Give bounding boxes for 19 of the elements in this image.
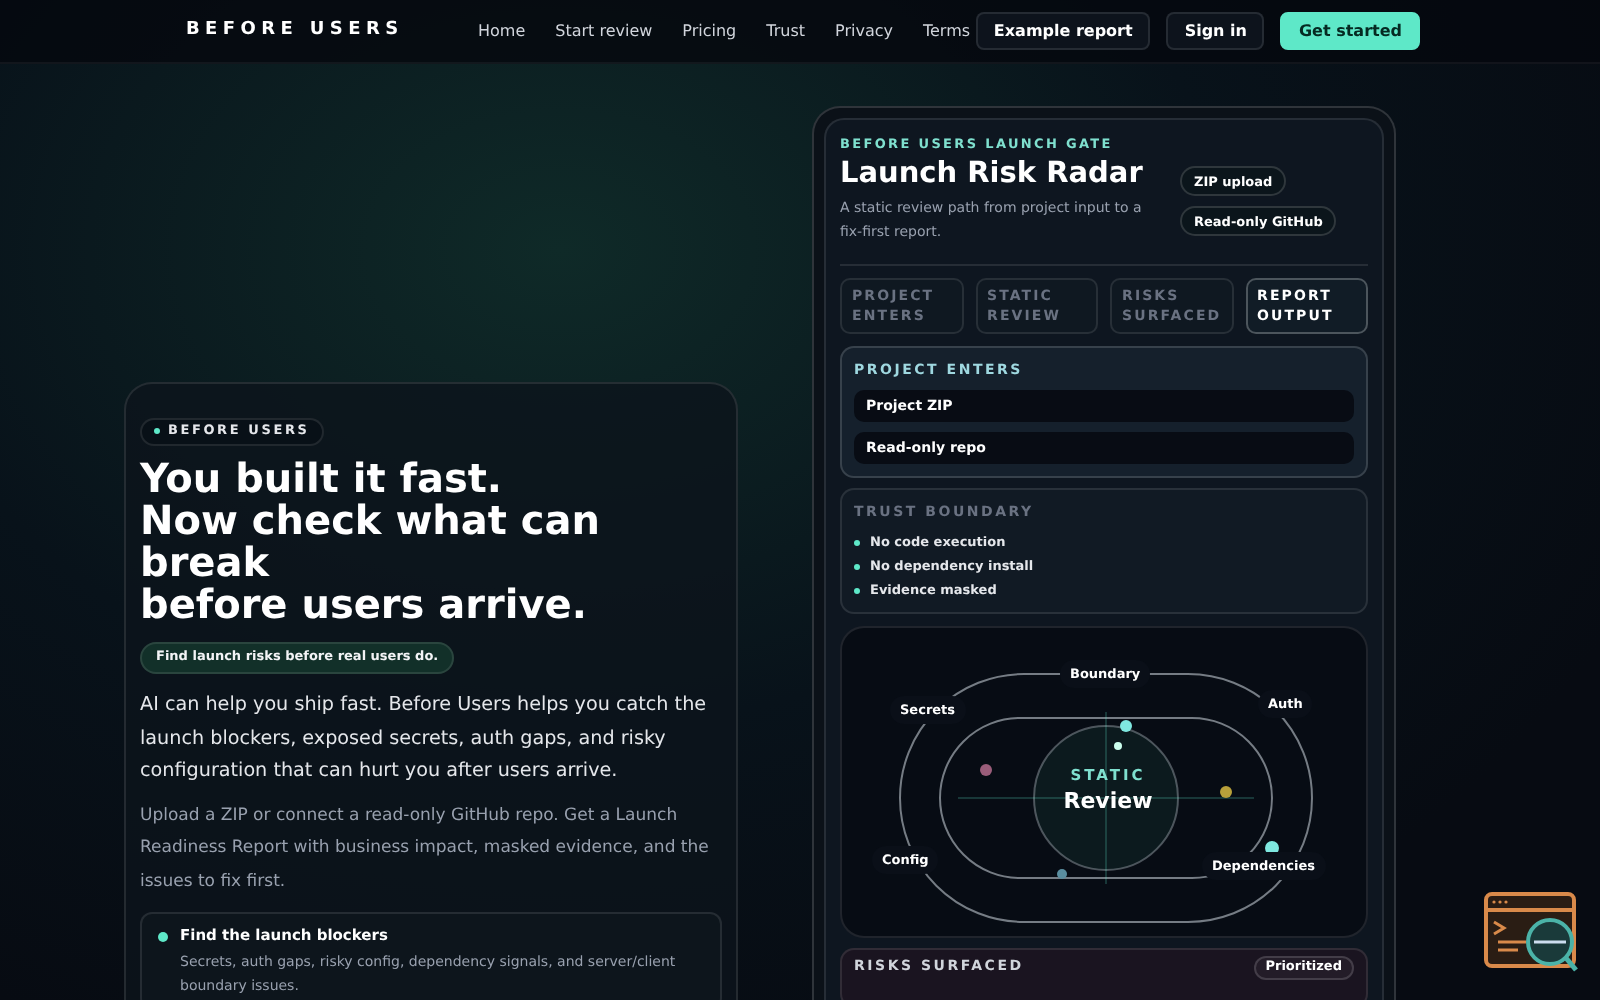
hero-headline: You built it fast. Now check what can break before users arrive. — [140, 458, 603, 626]
nav-link[interactable]: Pricing — [682, 19, 737, 43]
get-started-button[interactable]: Get started — [1280, 12, 1420, 50]
brand-logo[interactable]: BEFORE USERS — [186, 17, 478, 45]
nav-link[interactable]: Privacy — [835, 19, 893, 43]
nav-link[interactable]: Trust — [766, 19, 806, 43]
panel-title: Launch Risk Radar — [840, 155, 1145, 192]
radar-center-title: Review — [1061, 786, 1155, 818]
bullet-icon — [854, 588, 860, 595]
nav-link[interactable]: Terms — [922, 19, 971, 43]
nav-link[interactable]: Home — [478, 19, 526, 43]
bullet-icon — [854, 564, 860, 571]
lead-paragraph: AI can help you ship fast. Before Users helps you catch the launch blockers, exposed secrets, auth gaps, and risky configuration that can hurt you after users arrive. — [140, 692, 709, 786]
nav-button[interactable]: Sign in — [1166, 12, 1265, 50]
body-paragraph: Upload a ZIP or connect a read-only GitHub repo. Get a Launch Readiness Report with business impact, masked evidence, and the issues to fix first. — [140, 803, 711, 895]
nav-link[interactable]: Start review — [555, 19, 653, 43]
bullet-icon — [854, 540, 860, 547]
terminal-search-icon[interactable] — [1482, 890, 1582, 974]
nav-button[interactable]: Example report — [975, 12, 1151, 50]
